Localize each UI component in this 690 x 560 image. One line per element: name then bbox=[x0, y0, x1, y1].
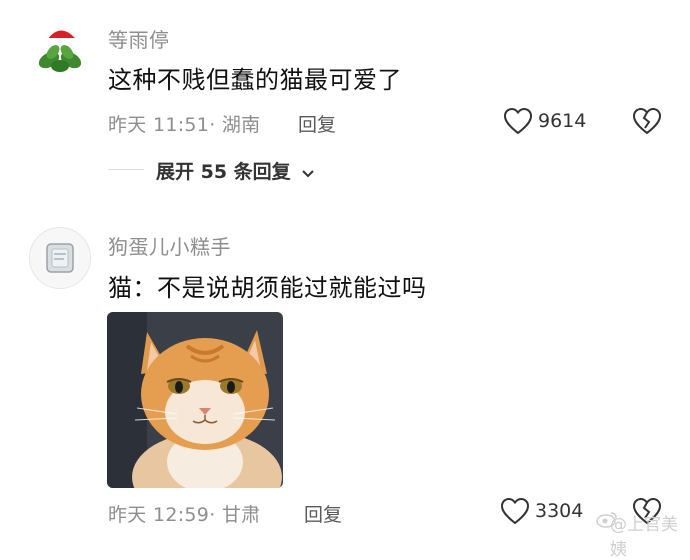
avatar-user-1[interactable] bbox=[29, 20, 91, 82]
expand-replies-label[interactable]: 展开 55 条回复 bbox=[156, 161, 291, 183]
comment-username[interactable]: 狗蛋儿小糕手 bbox=[108, 231, 231, 260]
comment-meta: 昨天 12:59· 甘肃 bbox=[108, 504, 261, 526]
broken-heart-icon[interactable] bbox=[632, 107, 662, 135]
expand-replies-button[interactable]: 展开 55 条回复 bbox=[156, 157, 315, 184]
comment-text: 这种不贱但蠢的猫最可爱了 bbox=[108, 66, 402, 94]
heart-outline-icon[interactable] bbox=[503, 107, 533, 135]
comment-meta: 昨天 11:51· 湖南 bbox=[108, 114, 261, 136]
comment-text: 猫：不是说胡须能过就能过吗 bbox=[108, 274, 427, 302]
like-count: 3304 bbox=[535, 500, 584, 522]
reply-button[interactable]: 回复 bbox=[298, 110, 336, 137]
avatar-user-2[interactable] bbox=[29, 227, 91, 289]
watermark-text: @上官美姨 bbox=[610, 515, 678, 560]
like-count: 9614 bbox=[538, 110, 587, 132]
chevron-down-icon bbox=[301, 162, 315, 184]
cat-photo[interactable] bbox=[107, 312, 283, 488]
reply-button[interactable]: 回复 bbox=[304, 500, 342, 527]
comment-username[interactable]: 等雨停 bbox=[108, 24, 170, 53]
heart-outline-icon[interactable] bbox=[500, 497, 530, 525]
reply-divider bbox=[108, 169, 144, 170]
